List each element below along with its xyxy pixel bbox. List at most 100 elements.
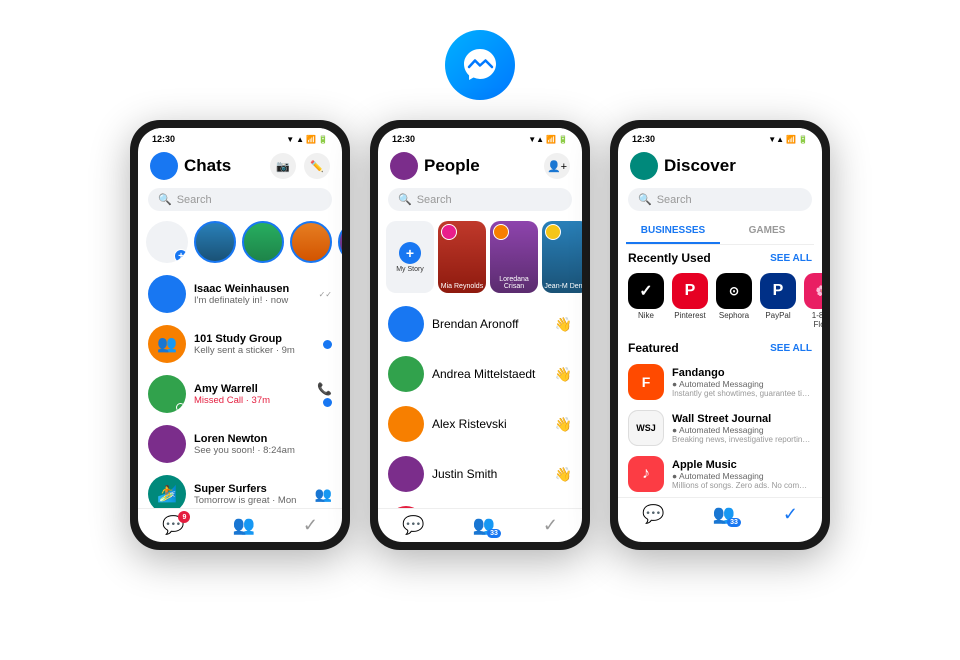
- see-all-2[interactable]: SEE ALL: [770, 343, 812, 354]
- nike-name: Nike: [638, 311, 654, 320]
- add-person-icon[interactable]: 👤+: [544, 153, 570, 179]
- tab-businesses[interactable]: BUSINESSES: [626, 219, 720, 244]
- list-item[interactable]: Andrea Mittelstaedt 👋: [378, 349, 582, 399]
- chat-info: Loren Newton See you soon! · 8:24am: [194, 433, 332, 456]
- wave-icon[interactable]: 👋: [555, 466, 572, 483]
- story-card-1[interactable]: Mia Reynolds: [438, 221, 486, 293]
- discover-people-badge: 33: [727, 518, 741, 527]
- nav-item-people-1[interactable]: 👥: [232, 515, 254, 536]
- list-item[interactable]: Justin Smith 👋: [378, 449, 582, 499]
- time-3: 12:30: [632, 134, 655, 144]
- people-name: Alex Ristevski: [432, 417, 547, 431]
- nav-item-status-2[interactable]: ✓: [543, 515, 558, 536]
- phone-people: 12:30 ▼▲ 📶 🔋 People 👤+ 🔍: [370, 120, 590, 550]
- people-avatar: [388, 306, 424, 342]
- chat-preview: Kelly sent a sticker · 9m: [194, 345, 315, 356]
- people-search-placeholder: Search: [417, 194, 452, 206]
- list-item[interactable]: F Fandango ● Automated Messaging Instant…: [618, 359, 822, 405]
- brand-nike[interactable]: ✓ Nike: [628, 273, 664, 329]
- chat-preview: Tomorrow is great · Mon: [194, 495, 307, 506]
- camera-icon[interactable]: 📷: [270, 153, 296, 179]
- messenger-logo: [445, 30, 515, 100]
- fandango-sub: ● Automated Messaging: [672, 379, 812, 389]
- apple-music-sub: ● Automated Messaging: [672, 471, 812, 481]
- fandango-desc: Instantly get showtimes, guarantee tick.…: [672, 389, 812, 398]
- list-item[interactable]: Brendan Aronoff 👋: [378, 299, 582, 349]
- nav-item-people-3[interactable]: 👥 33: [712, 504, 734, 525]
- featured-header: Featured SEE ALL: [618, 335, 822, 359]
- discover-search[interactable]: 🔍 Search: [628, 188, 812, 211]
- story-1[interactable]: [194, 221, 236, 263]
- story-2[interactable]: [242, 221, 284, 263]
- brand-paypal[interactable]: P PayPal: [760, 273, 796, 329]
- phone-discover-screen: 12:30 ▼▲ 📶 🔋 Discover 🔍 Search: [618, 128, 822, 542]
- people-avatar: [388, 356, 424, 392]
- people-header: People 👤+: [378, 146, 582, 184]
- list-item[interactable]: WSJ Wall Street Journal ● Automated Mess…: [618, 405, 822, 451]
- nav-item-discover[interactable]: ✓: [783, 504, 798, 525]
- nav-item-chats-2[interactable]: 💬: [402, 515, 424, 536]
- people-name: Andrea Mittelstaedt: [432, 367, 547, 381]
- status-icons-3: ▼▲ 📶 🔋: [768, 135, 808, 144]
- table-row[interactable]: 👥 101 Study Group Kelly sent a sticker ·…: [138, 319, 342, 369]
- compose-icon[interactable]: ✏️: [304, 153, 330, 179]
- logo-area: [445, 0, 515, 100]
- nav-badge-chats: 9: [178, 511, 190, 523]
- chat-preview: I'm definately in! · now: [194, 295, 311, 306]
- story-card-2[interactable]: Loredana Crisan: [490, 221, 538, 293]
- nav-item-chats[interactable]: 💬 9: [162, 515, 184, 536]
- list-item[interactable]: Alex Ristevski 👋: [378, 399, 582, 449]
- people-avatar: [388, 406, 424, 442]
- tab-games[interactable]: GAMES: [720, 219, 814, 244]
- chat-info: Super Surfers Tomorrow is great · Mon: [194, 483, 307, 506]
- people-search[interactable]: 🔍 Search: [388, 188, 572, 211]
- people-avatar: [388, 456, 424, 492]
- sephora-logo: ⊙: [716, 273, 752, 309]
- fandango-name: Fandango: [672, 367, 812, 379]
- user-avatar-3[interactable]: [630, 152, 658, 180]
- story-avatar-3: [545, 224, 561, 240]
- pinterest-logo: P: [672, 273, 708, 309]
- recently-used-title: Recently Used: [628, 251, 711, 265]
- nike-logo: ✓: [628, 273, 664, 309]
- wave-icon[interactable]: 👋: [555, 416, 572, 433]
- apple-music-desc: Millions of songs. Zero ads. No commitme…: [672, 481, 812, 490]
- see-all-1[interactable]: SEE ALL: [770, 253, 812, 264]
- add-story-card[interactable]: + My Story: [386, 221, 434, 293]
- chat-avatar: [148, 375, 186, 413]
- brand-1800flowers[interactable]: 🌸 1-800 Flow: [804, 273, 822, 329]
- nav-item-people-2[interactable]: 👥 33: [472, 515, 494, 536]
- story-3[interactable]: [290, 221, 332, 263]
- people-header-icons: 👤+: [544, 153, 570, 179]
- user-avatar-1[interactable]: [150, 152, 178, 180]
- phone-people-screen: 12:30 ▼▲ 📶 🔋 People 👤+ 🔍: [378, 128, 582, 542]
- chats-search[interactable]: 🔍 Search: [148, 188, 332, 211]
- brand-pinterest[interactable]: P Pinterest: [672, 273, 708, 329]
- story-4[interactable]: [338, 221, 342, 263]
- add-story-1[interactable]: +: [146, 221, 188, 263]
- table-row[interactable]: Loren Newton See you soon! · 8:24am: [138, 419, 342, 469]
- chats-search-placeholder: Search: [177, 194, 212, 206]
- wave-icon[interactable]: 👋: [555, 366, 572, 383]
- chat-meta: 📞: [317, 382, 332, 407]
- user-avatar-2[interactable]: [390, 152, 418, 180]
- list-item[interactable]: ♪ Apple Music ● Automated Messaging Mill…: [618, 451, 822, 497]
- search-icon-3: 🔍: [638, 193, 652, 206]
- chat-info: Amy Warrell Missed Call · 37m: [194, 383, 309, 406]
- nav-item-chats-3[interactable]: 💬: [642, 504, 664, 525]
- chat-info: Isaac Weinhausen I'm definately in! · no…: [194, 283, 311, 306]
- brand-sephora[interactable]: ⊙ Sephora: [716, 273, 752, 329]
- table-row[interactable]: Amy Warrell Missed Call · 37m 📞: [138, 369, 342, 419]
- wsj-name: Wall Street Journal: [672, 413, 812, 425]
- table-row[interactable]: 🏄 Super Surfers Tomorrow is great · Mon …: [138, 469, 342, 508]
- list-item[interactable]: Julyanne Liang 👋: [378, 499, 582, 508]
- flowers-name: 1-800 Flow: [804, 311, 822, 329]
- time-2: 12:30: [392, 134, 415, 144]
- nav-item-status-1[interactable]: ✓: [303, 515, 318, 536]
- story-card-label-2: Loredana Crisan: [492, 276, 536, 290]
- phone-discover: 12:30 ▼▲ 📶 🔋 Discover 🔍 Search: [610, 120, 830, 550]
- flowers-logo: 🌸: [804, 273, 822, 309]
- story-card-3[interactable]: Jean-M Denis: [542, 221, 582, 293]
- wave-icon[interactable]: 👋: [555, 316, 572, 333]
- table-row[interactable]: Isaac Weinhausen I'm definately in! · no…: [138, 269, 342, 319]
